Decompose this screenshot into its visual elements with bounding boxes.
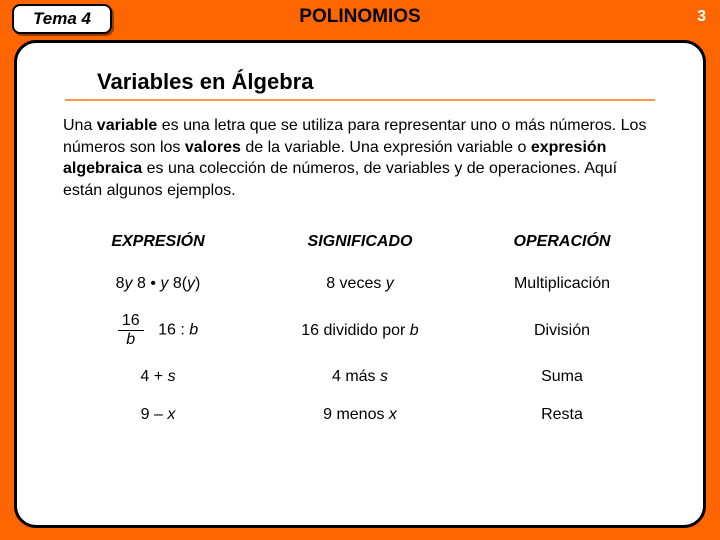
variable: b: [410, 322, 419, 339]
bold-term: valores: [185, 139, 241, 156]
cell-operation: Resta: [461, 396, 663, 434]
slide-header: Tema 4 POLINOMIOS 3: [0, 0, 720, 40]
cell-operation: Suma: [461, 358, 663, 396]
fraction-denominator: b: [118, 331, 144, 348]
variable: y: [125, 275, 133, 292]
cell-meaning: 9 menos x: [259, 396, 461, 434]
text: ): [195, 275, 200, 292]
page-number: 3: [697, 8, 706, 26]
text: Una: [63, 117, 97, 134]
text: es una colección de números, de variable…: [63, 160, 617, 199]
slide: Tema 4 POLINOMIOS 3 Variables en Álgebra…: [0, 0, 720, 540]
text: 16 dividido por: [301, 322, 410, 339]
variable: s: [380, 368, 388, 385]
cell-expression: 4 + s: [57, 358, 259, 396]
table-row: 4 + s 4 más s Suma: [57, 358, 663, 396]
cell-meaning: 8 veces y: [259, 265, 461, 303]
cell-expression: 16 b 16 : b: [57, 303, 259, 358]
fraction: 16 b: [118, 313, 144, 348]
text: 8 veces: [326, 275, 386, 292]
cell-meaning: 4 más s: [259, 358, 461, 396]
text: 9 –: [141, 406, 168, 423]
cell-meaning: 16 dividido por b: [259, 303, 461, 358]
variable: y: [187, 275, 195, 292]
cell-expression: 9 – x: [57, 396, 259, 434]
intro-paragraph: Una variable es una letra que se utiliza…: [63, 115, 657, 201]
section-heading: Variables en Álgebra: [97, 69, 663, 95]
text: 8(: [168, 275, 187, 292]
variable: s: [168, 368, 176, 385]
col-expresion: EXPRESIÓN: [57, 225, 259, 265]
cell-operation: División: [461, 303, 663, 358]
heading-underline: [65, 99, 655, 101]
fraction-numerator: 16: [118, 313, 144, 331]
cell-expression: 8y 8 • y 8(y): [57, 265, 259, 303]
table-row: 9 – x 9 menos x Resta: [57, 396, 663, 434]
text: 4 +: [140, 368, 167, 385]
text: 9 menos: [323, 406, 389, 423]
cell-operation: Multiplicación: [461, 265, 663, 303]
variable: x: [167, 406, 175, 423]
text: 16 :: [158, 322, 189, 339]
text: 4 más: [332, 368, 380, 385]
bold-term: variable: [97, 117, 157, 134]
table-row: 16 b 16 : b 16 dividido por b División: [57, 303, 663, 358]
content-panel: Variables en Álgebra Una variable es una…: [14, 40, 706, 528]
text: 8: [116, 275, 125, 292]
text: de la variable. Una expresión variable o: [241, 139, 531, 156]
variable: x: [389, 406, 397, 423]
slide-title: POLINOMIOS: [0, 6, 720, 28]
text: 8 •: [133, 275, 161, 292]
table-row: 8y 8 • y 8(y) 8 veces y Multiplicación: [57, 265, 663, 303]
variable: y: [386, 275, 394, 292]
col-significado: SIGNIFICADO: [259, 225, 461, 265]
variable: b: [189, 322, 198, 339]
examples-table: EXPRESIÓN SIGNIFICADO OPERACIÓN 8y 8 • y…: [57, 225, 663, 434]
col-operacion: OPERACIÓN: [461, 225, 663, 265]
table-header-row: EXPRESIÓN SIGNIFICADO OPERACIÓN: [57, 225, 663, 265]
